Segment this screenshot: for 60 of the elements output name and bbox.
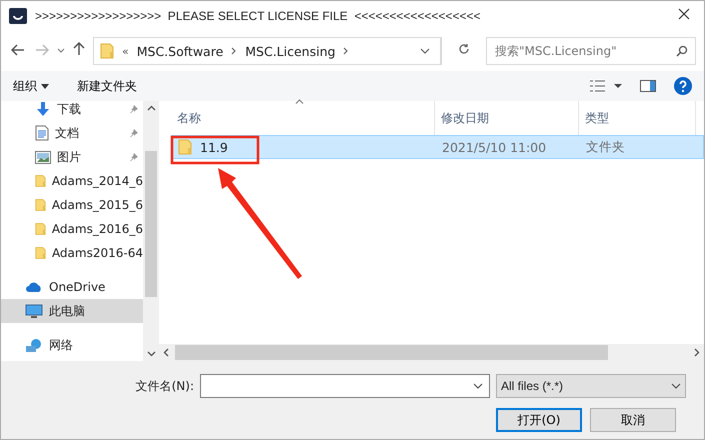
chevron-right-icon[interactable] — [343, 47, 350, 55]
sidebar-item[interactable]: OneDrive — [1, 275, 143, 299]
scroll-up-icon[interactable] — [146, 105, 156, 111]
chevron-down-icon[interactable] — [420, 48, 430, 54]
preview-pane-icon[interactable] — [640, 80, 656, 92]
open-button[interactable]: 打开(O) — [496, 408, 582, 432]
chevron-down-icon[interactable] — [57, 48, 65, 54]
download-icon — [35, 101, 51, 117]
sort-ascending-icon — [295, 99, 304, 104]
breadcrumb[interactable]: MSC.Licensing — [245, 44, 336, 58]
refresh-icon[interactable] — [458, 43, 470, 55]
view-options-icon[interactable] — [590, 80, 622, 92]
file-row[interactable]: 11.9 2021/5/10 11:00 文件夹 — [171, 135, 704, 159]
file-type-dropdown[interactable]: All files (*.*) — [496, 374, 686, 398]
sidebar-item[interactable]: 文档 — [1, 121, 143, 145]
cloud-icon — [25, 281, 43, 293]
organize-button[interactable]: 组织 — [13, 78, 49, 94]
close-icon[interactable] — [678, 8, 690, 20]
address-bar[interactable]: « MSC.Software MSC.Licensing — [93, 37, 442, 65]
document-icon — [35, 125, 49, 141]
scrollbar-thumb[interactable] — [175, 345, 608, 360]
filename-field[interactable] — [200, 374, 490, 398]
chevron-down-icon[interactable] — [473, 383, 483, 389]
caret-icon[interactable] — [41, 84, 49, 88]
folder-icon — [100, 43, 114, 59]
sidebar-item[interactable]: Adams_2014_6 — [1, 169, 143, 193]
filename-label: 文件名(N): — [136, 378, 194, 394]
chevron-down-icon[interactable] — [671, 383, 681, 389]
search-icon[interactable] — [676, 45, 688, 57]
sidebar-item[interactable]: 下载 — [1, 97, 143, 121]
scroll-left-icon[interactable] — [163, 348, 169, 357]
window-title: >>>>>>>>>>>>>>>>>> PLEASE SELECT LICENSE FILE <<<<<<<<<<<<<<<<<< — [35, 9, 482, 23]
sidebar-item[interactable]: 网络 — [1, 333, 143, 357]
modified-date: 2021/5/10 11:00 — [441, 140, 548, 154]
folder-icon — [35, 173, 46, 189]
sidebar-item[interactable]: Adams_2016_6 — [1, 217, 143, 241]
network-icon — [25, 338, 43, 352]
folder-icon — [178, 139, 192, 155]
pictures-icon — [35, 150, 51, 164]
folder-icon — [35, 221, 46, 237]
file-name: 11.9 — [200, 140, 228, 154]
chevron-right-icon[interactable] — [231, 47, 238, 55]
sidebar-item[interactable]: 图片 — [1, 145, 143, 169]
computer-icon — [25, 304, 43, 318]
folder-icon — [35, 245, 46, 261]
scroll-down-icon[interactable] — [146, 351, 156, 357]
search-field[interactable]: 搜索"MSC.Licensing" — [486, 37, 696, 65]
scroll-right-icon[interactable] — [694, 348, 700, 357]
sidebar-item[interactable]: Adams_2015_6 — [1, 193, 143, 217]
overflow-chevron[interactable]: « — [122, 44, 129, 58]
app-icon — [9, 8, 27, 24]
folder-icon — [35, 197, 46, 213]
file-type: 文件夹 — [585, 138, 626, 156]
sidebar-item[interactable]: 此电脑 — [1, 299, 143, 323]
cancel-button[interactable]: 取消 — [590, 408, 676, 432]
breadcrumb[interactable]: MSC.Software — [136, 44, 224, 58]
new-folder-button[interactable]: 新建文件夹 — [77, 78, 137, 94]
sidebar-item[interactable]: Adams2016-64 — [1, 241, 143, 265]
help-icon[interactable] — [674, 77, 692, 95]
scrollbar-thumb[interactable] — [145, 151, 157, 297]
